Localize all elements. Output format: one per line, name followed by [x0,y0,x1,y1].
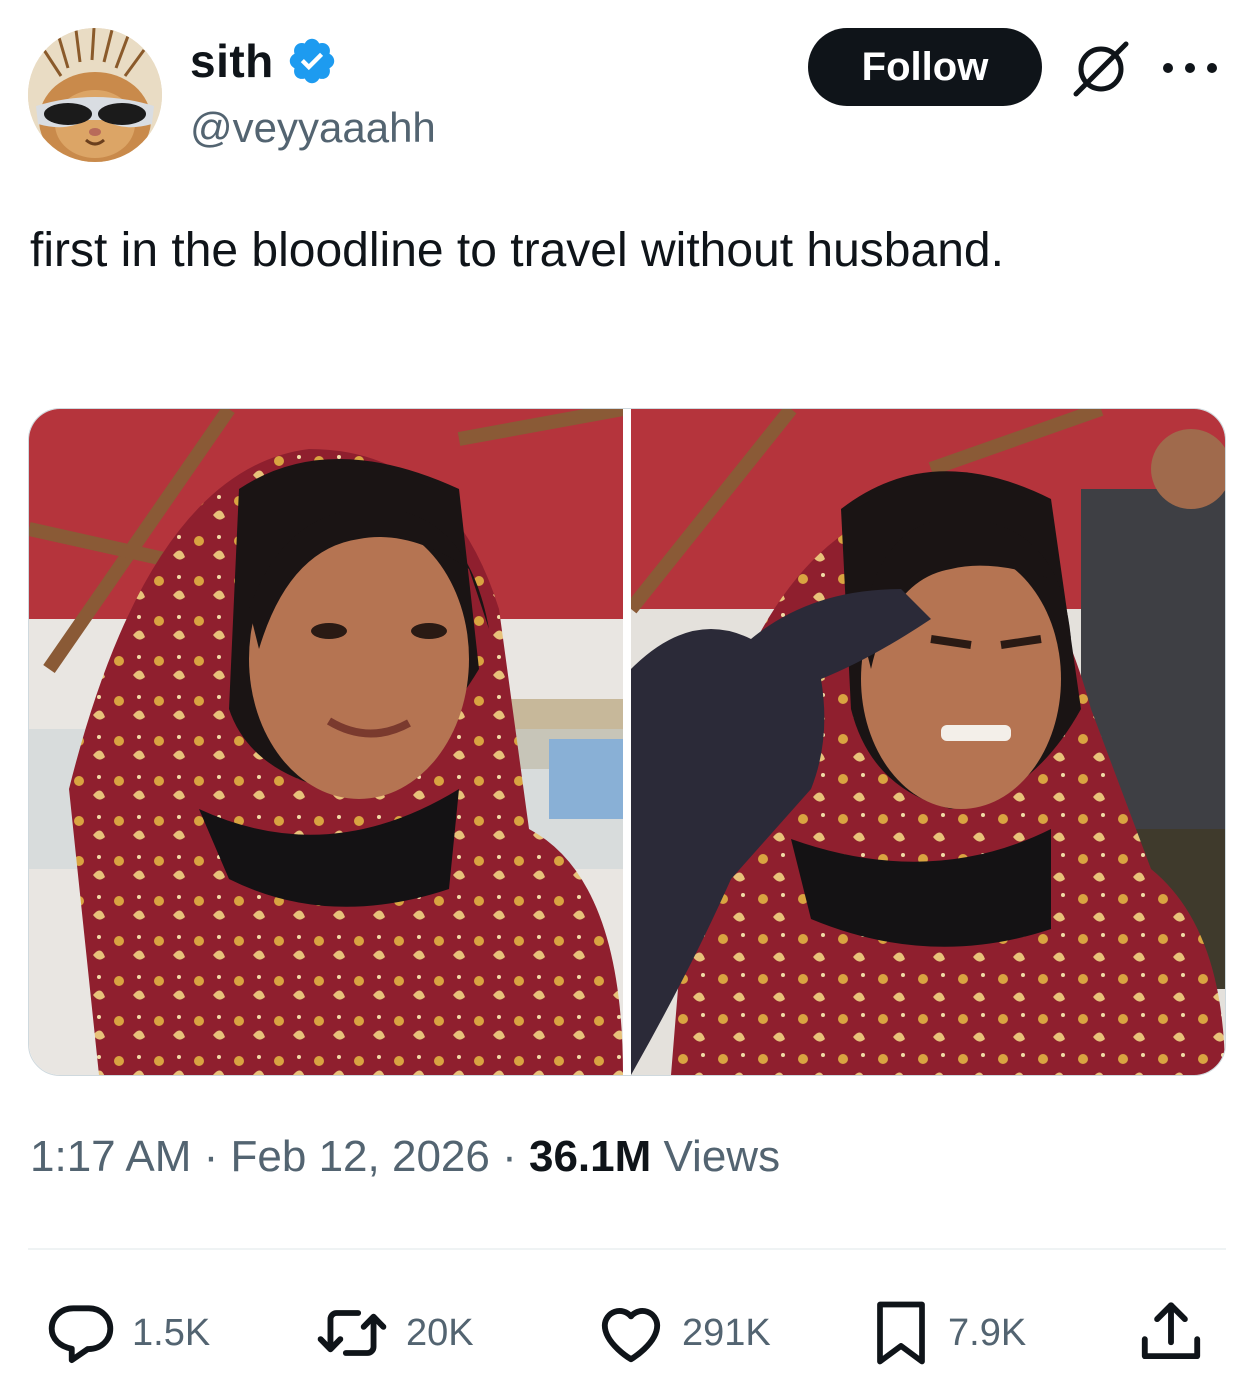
reply-count: 1.5K [132,1311,211,1354]
repost-count: 20K [406,1311,474,1354]
like-icon [601,1308,661,1363]
verified-badge-icon [289,38,334,84]
views-label: Views [651,1132,781,1181]
tweet-text: first in the bloodline to travel without… [30,224,1004,277]
bookmark-button[interactable]: 7.9K [868,1296,1026,1370]
meta-separator: · [191,1132,231,1181]
repost-icon [317,1310,387,1356]
tweet-media[interactable] [28,408,1226,1076]
divider [28,1248,1226,1250]
tweet-time[interactable]: 1:17 AM [30,1132,191,1181]
meta-separator: · [489,1132,529,1181]
author-handle[interactable]: @veyyaaahh [190,104,436,152]
reply-icon [48,1305,114,1364]
like-count: 291K [682,1311,771,1354]
repost-button[interactable]: 20K [312,1296,474,1370]
photo-right[interactable] [631,409,1225,1075]
tweet-date[interactable]: Feb 12, 2026 [231,1132,490,1181]
follow-button[interactable]: Follow [808,28,1042,106]
photo-left[interactable] [29,409,623,1075]
avatar-cat-image [28,28,162,162]
grok-icon[interactable] [1070,38,1132,100]
author-name-row[interactable]: sith [190,34,338,88]
views-count: 36.1M [528,1132,652,1181]
like-button[interactable]: 291K [594,1296,771,1370]
bookmark-icon [877,1301,925,1365]
reply-button[interactable]: 1.5K [44,1296,210,1370]
avatar[interactable] [28,28,162,162]
author-display-name[interactable]: sith [190,34,274,88]
share-button[interactable] [1134,1296,1222,1370]
tweet-meta: 1:17 AM · Feb 12, 2026 · 36.1M Views [30,1132,780,1182]
more-icon[interactable] [1160,60,1220,76]
bookmark-count: 7.9K [948,1311,1027,1354]
share-icon [1141,1302,1201,1360]
